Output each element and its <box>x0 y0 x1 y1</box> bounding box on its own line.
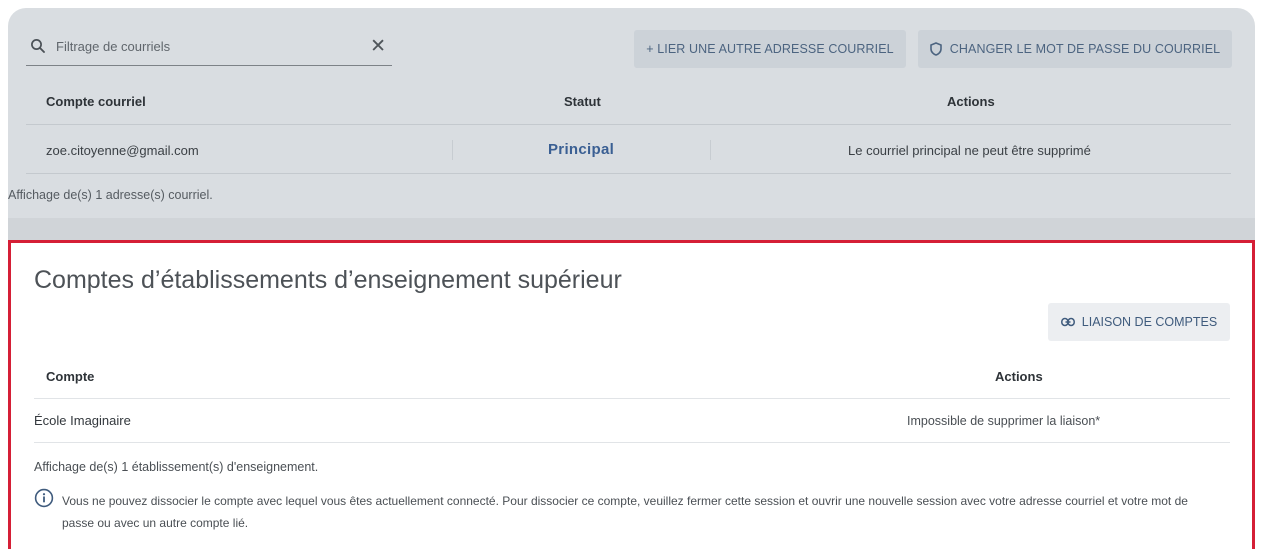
change-password-button[interactable]: CHANGER LE MOT DE PASSE DU COURRIEL <box>918 30 1232 68</box>
change-password-label: CHANGER LE MOT DE PASSE DU COURRIEL <box>949 42 1221 56</box>
column-header-email: Compte courriel <box>46 94 146 109</box>
info-message-line: passe ou avec un autre compte lié. <box>62 516 249 530</box>
column-header-status: Statut <box>564 94 601 109</box>
column-header-account: Compte <box>46 369 95 384</box>
email-row-action: Le courriel principal ne peut être suppr… <box>848 143 1091 158</box>
link-email-button[interactable]: + LIER UNE AUTRE ADRESSE COURRIEL <box>634 30 906 68</box>
email-count-text: Affichage de(s) 1 adresse(s) courriel. <box>8 188 213 202</box>
link-email-label: + LIER UNE AUTRE ADRESSE COURRIEL <box>646 42 894 56</box>
info-message-line: Vous ne pouvez dissocier le compte avec … <box>62 494 1188 508</box>
email-filter-field[interactable]: Filtrage de courriels ✕ <box>26 30 392 66</box>
column-header-actions: Actions <box>947 94 995 109</box>
email-filter-input[interactable]: Filtrage de courriels <box>56 39 170 54</box>
table-divider <box>34 398 1230 399</box>
shield-icon <box>929 42 942 56</box>
column-header-actions: Actions <box>995 369 1043 384</box>
table-divider <box>26 124 1231 125</box>
link-accounts-button[interactable]: LIAISON DE COMPTES <box>1048 303 1230 341</box>
info-icon <box>34 488 54 513</box>
column-separator <box>710 140 711 160</box>
institution-row-action: Impossible de supprimer la liaison* <box>907 414 1101 428</box>
link-icon <box>1060 317 1075 327</box>
institution-count-text: Affichage de(s) 1 établissement(s) d'ens… <box>34 460 319 474</box>
status-badge: Principal <box>548 141 615 158</box>
close-icon[interactable]: ✕ <box>370 35 386 58</box>
card-shadow <box>8 218 1255 240</box>
column-separator <box>452 140 453 160</box>
section-title: Comptes d’établissements d’enseignement … <box>34 266 622 294</box>
info-message: Vous ne pouvez dissocier le compte avec … <box>62 490 1230 534</box>
table-divider <box>26 173 1231 174</box>
email-address: zoe.citoyenne@gmail.com <box>46 143 199 158</box>
table-divider <box>34 442 1230 443</box>
search-icon <box>30 38 46 59</box>
link-accounts-label: LIAISON DE COMPTES <box>1081 315 1218 329</box>
institution-name: École Imaginaire <box>34 413 131 428</box>
